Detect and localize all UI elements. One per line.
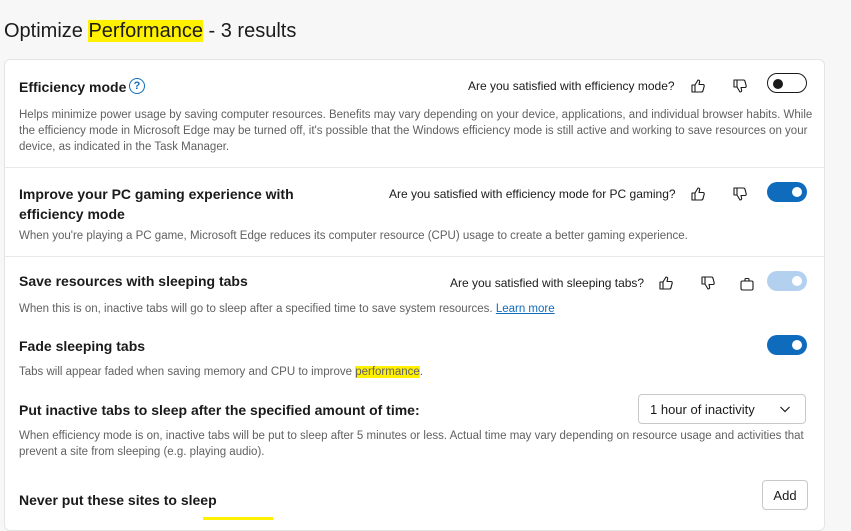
efficiency-mode-title: Efficiency mode [19,79,127,95]
sleeping-tabs-feedback-question: Are you satisfied with sleeping tabs? [450,276,645,290]
divider [5,167,824,168]
gaming-description: When you're playing a PC game, Microsoft… [19,230,688,242]
gaming-toggle[interactable] [767,182,807,202]
thumbs-down-icon[interactable] [730,76,750,96]
sleeping-tabs-title: Save resources with sleeping tabs [19,273,248,289]
search-highlight: performance [355,366,420,378]
gaming-feedback-question: Are you satisfied with efficiency mode f… [389,187,676,201]
thumbs-up-icon[interactable] [656,273,676,293]
help-icon[interactable]: ? [129,78,145,94]
sleeping-tabs-toggle[interactable] [767,271,807,291]
results-count: - 3 results [202,20,297,42]
sleeping-tabs-description: When this is on, inactive tabs will go t… [19,301,555,317]
fade-sleeping-tabs-toggle[interactable] [767,335,807,355]
performance-card: Efficiency mode ? Are you satisfied with… [4,59,825,531]
page-title: Optimize Performance - 3 results [4,20,296,43]
chevron-down-icon [780,406,790,413]
fade-sleeping-tabs-description: Tabs will appear faded when saving memor… [19,364,423,380]
thumbs-down-icon[interactable] [698,273,718,293]
inactivity-dropdown-value: 1 hour of inactivity [650,401,755,417]
fade-description-end: . [419,366,423,378]
efficiency-mode-toggle[interactable] [767,73,807,93]
inactive-tabs-description: When efficiency mode is on, inactive tab… [19,430,804,458]
fade-description-text: Tabs will appear faded when saving memor… [19,366,356,378]
managed-briefcase-icon [737,274,757,294]
toggle-knob [792,340,802,350]
add-site-button[interactable]: Add [762,480,808,510]
efficiency-mode-description: Helps minimize power usage by saving com… [19,109,813,153]
toggle-knob [792,276,802,286]
toggle-knob [773,79,783,89]
search-highlight: Performance [88,20,203,42]
never-sleep-title: Never put these sites to sleep [19,492,217,508]
inactive-tabs-title: Put inactive tabs to sleep after the spe… [19,402,420,418]
gaming-title: Improve your PC gaming experience with e… [19,186,294,222]
divider [5,256,824,257]
thumbs-up-icon[interactable] [688,184,708,204]
page-title-prefix: Optimize [4,20,89,42]
sleeping-tabs-description-text: When this is on, inactive tabs will go t… [19,303,496,315]
fade-sleeping-tabs-title: Fade sleeping tabs [19,338,146,354]
efficiency-feedback-question: Are you satisfied with efficiency mode? [468,79,675,93]
inactivity-dropdown[interactable]: 1 hour of inactivity [638,394,806,424]
thumbs-down-icon[interactable] [730,184,750,204]
thumbs-up-icon[interactable] [688,76,708,96]
learn-more-link[interactable]: Learn more [496,303,555,315]
toggle-knob [792,187,802,197]
